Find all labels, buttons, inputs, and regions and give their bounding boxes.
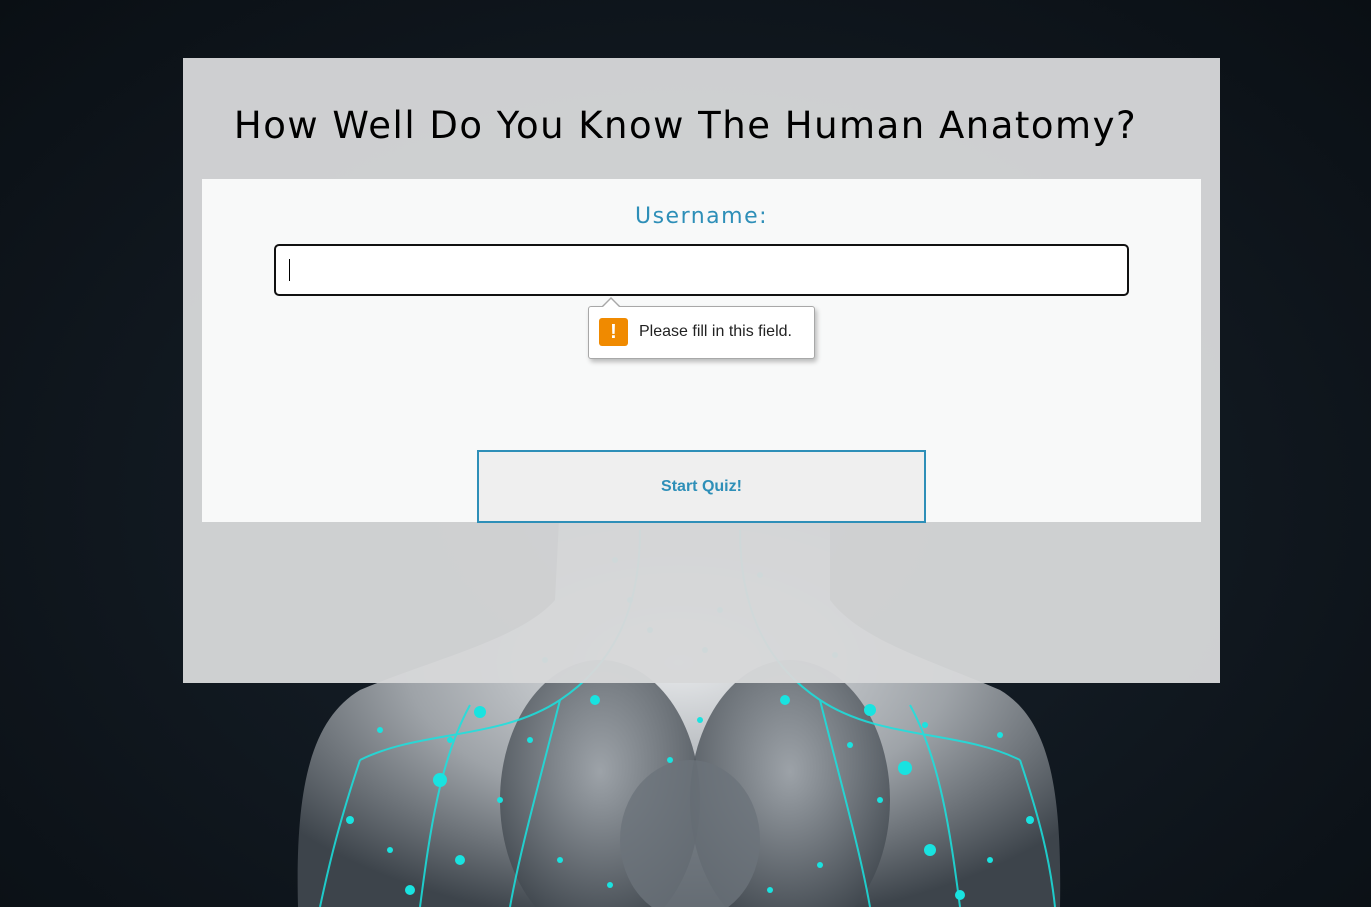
page-title: How Well Do You Know The Human Anatomy? [233, 104, 1138, 147]
username-input[interactable] [274, 244, 1129, 296]
text-cursor [289, 259, 290, 281]
username-label: Username: [634, 204, 769, 229]
validation-message: Please fill in this field. [639, 323, 792, 340]
start-quiz-button[interactable]: Start Quiz! [477, 450, 926, 523]
validation-tooltip-arrow-inner [602, 299, 620, 308]
warning-icon: ! [599, 318, 628, 346]
